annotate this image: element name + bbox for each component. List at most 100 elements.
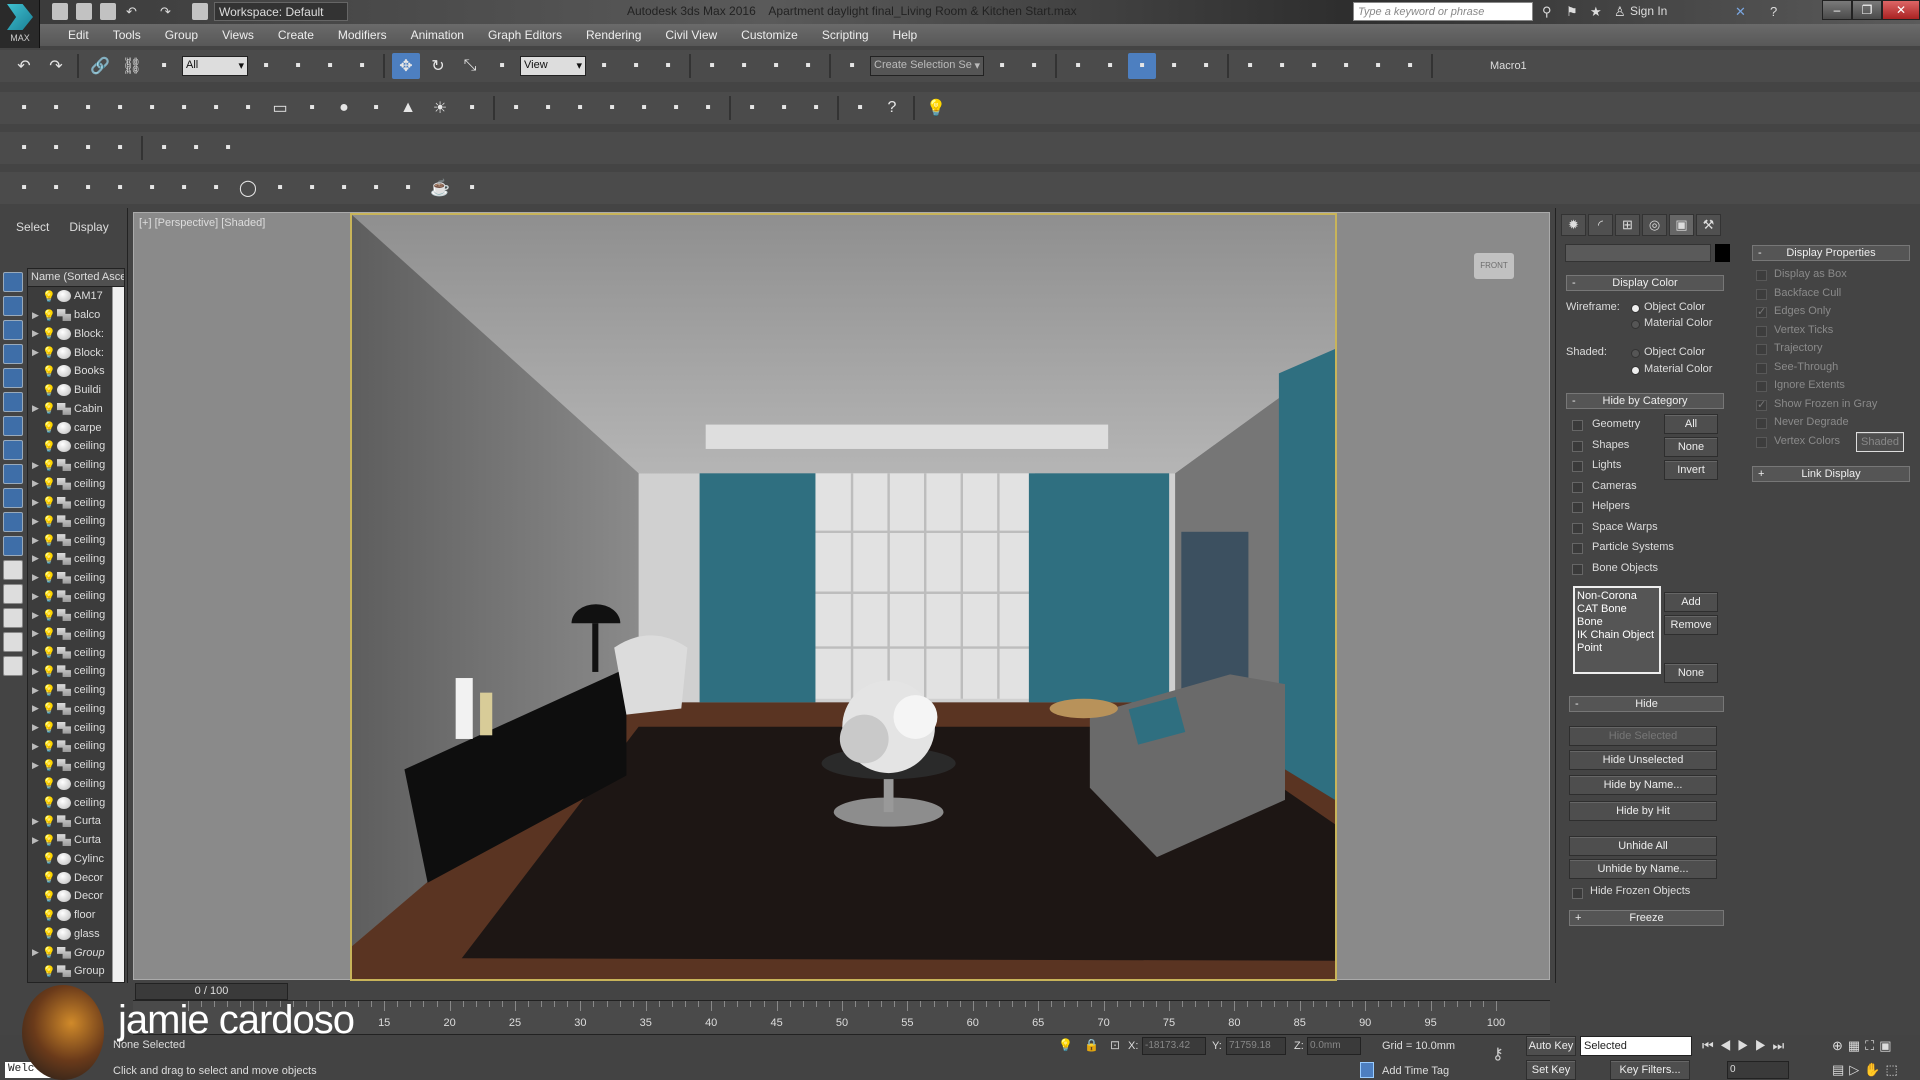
display-property-checkbox[interactable]	[1756, 305, 1767, 318]
visibility-bulb-icon[interactable]: 💡	[42, 309, 56, 322]
list-item[interactable]: ▶ 💡 ceiling	[28, 643, 124, 662]
circle-icon[interactable]: ◯	[234, 175, 262, 201]
display-xrefs-icon[interactable]	[3, 440, 23, 460]
plant-icon[interactable]: ▪	[630, 95, 658, 121]
menu-graph-editors[interactable]: Graph Editors	[476, 24, 574, 46]
hide-button-4[interactable]: Unhide All	[1569, 836, 1717, 856]
list-item[interactable]: ▶ 💡 ceiling	[28, 493, 124, 512]
percent-snap-icon[interactable]: ▪	[762, 53, 790, 79]
list-item[interactable]: 💡 glass	[28, 925, 124, 944]
object-color-swatch[interactable]	[1715, 244, 1730, 262]
time-tag-icon[interactable]	[1360, 1062, 1374, 1078]
filter-icon[interactable]	[3, 632, 23, 652]
redo-icon[interactable]: ↷	[42, 53, 70, 79]
particles-icon[interactable]: ▪	[362, 175, 390, 201]
display-color-rollout[interactable]: - Display Color	[1566, 275, 1724, 291]
light-lister-icon[interactable]: ▪	[138, 95, 166, 121]
menu-create[interactable]: Create	[266, 24, 326, 46]
project-folder-icon[interactable]	[192, 3, 208, 20]
list-item[interactable]: ▶ 💡 ceiling	[28, 512, 124, 531]
display-properties-rollout[interactable]: - Display Properties	[1752, 245, 1910, 261]
list-item[interactable]: 💡 Group	[28, 962, 124, 981]
distort-icon[interactable]: ▪	[802, 95, 830, 121]
search-input[interactable]: Type a keyword or phrase	[1353, 2, 1533, 21]
list-item[interactable]: ▶ 💡 ceiling	[28, 737, 124, 756]
bowl-icon[interactable]: ▪	[362, 95, 390, 121]
select-menu[interactable]: Select	[16, 220, 49, 234]
visibility-bulb-icon[interactable]: 💡	[42, 534, 56, 547]
select-manipulate-icon[interactable]: ▪	[654, 53, 682, 79]
hide-rollout[interactable]: - Hide	[1569, 696, 1724, 712]
display-property-checkbox[interactable]	[1756, 344, 1767, 355]
visibility-bulb-icon[interactable]: 💡	[42, 702, 56, 715]
display-property-checkbox[interactable]	[1756, 418, 1767, 429]
visibility-bulb-icon[interactable]: 💡	[42, 852, 56, 865]
expand-arrow-icon[interactable]: ▶	[32, 347, 42, 358]
use-pivot-icon[interactable]: ▪	[622, 53, 650, 79]
curve-editor-icon[interactable]: ▪	[1160, 53, 1188, 79]
render-icon[interactable]: ▪	[1332, 53, 1360, 79]
expand-arrow-icon[interactable]: ▶	[32, 403, 42, 414]
book-icon[interactable]: ▪	[138, 175, 166, 201]
category-checkbox[interactable]	[1572, 522, 1583, 534]
visibility-bulb-icon[interactable]: 💡	[42, 477, 56, 490]
sphere-light-icon[interactable]: ▪	[458, 95, 486, 121]
remove-category-button[interactable]: Remove	[1664, 615, 1718, 635]
visibility-bulb-icon[interactable]: 💡	[42, 871, 56, 884]
lock-selection-icon[interactable]: 🔒	[1084, 1038, 1099, 1052]
display-hidden-icon[interactable]	[3, 536, 23, 556]
lamp-icon[interactable]: ▪	[202, 175, 230, 201]
dome-icon[interactable]: ▪	[298, 95, 326, 121]
visibility-bulb-icon[interactable]: 💡	[42, 684, 56, 697]
visibility-bulb-icon[interactable]: 💡	[42, 590, 56, 603]
display-shapes-icon[interactable]	[3, 296, 23, 316]
display-bones-icon[interactable]	[3, 464, 23, 484]
playback-controls[interactable]: ⏮◀▶▶⏭	[1702, 1038, 1790, 1054]
expand-arrow-icon[interactable]: ▶	[32, 497, 42, 508]
sun-light-icon[interactable]: ▪	[42, 175, 70, 201]
display-property-checkbox[interactable]	[1756, 436, 1767, 448]
sphere-icon[interactable]: ●	[330, 95, 358, 121]
x-coordinate-field[interactable]: -18173.42	[1142, 1037, 1206, 1055]
vertex-colors-shaded-button[interactable]: Shaded	[1856, 432, 1904, 452]
list-item[interactable]: ▶ 💡 ceiling	[28, 625, 124, 644]
list-item[interactable]: 💡 ceiling	[28, 775, 124, 794]
new-file-icon[interactable]	[52, 3, 68, 20]
scrollbar[interactable]	[112, 287, 124, 982]
visibility-bulb-icon[interactable]: 💡	[42, 927, 56, 940]
layer-manager-icon[interactable]: ▪	[1064, 53, 1092, 79]
expand-arrow-icon[interactable]: ▶	[32, 610, 42, 621]
display-property-checkbox[interactable]	[1756, 381, 1767, 392]
display-containers-icon[interactable]	[3, 488, 23, 508]
expand-arrow-icon[interactable]: ▶	[32, 516, 42, 527]
list-item[interactable]: 💡 Decor	[28, 868, 124, 887]
rendered-frame-icon[interactable]: ▪	[1300, 53, 1328, 79]
render-frame-window-icon[interactable]: ▪	[1396, 53, 1424, 79]
spinner-snap-icon[interactable]: ▪	[794, 53, 822, 79]
helpers-icon[interactable]: ▪	[170, 95, 198, 121]
menu-rendering[interactable]: Rendering	[574, 24, 653, 46]
render-setup-icon[interactable]: ▪	[1268, 53, 1296, 79]
menu-civil-view[interactable]: Civil View	[653, 24, 729, 46]
user-icon[interactable]: ♙	[1614, 4, 1626, 20]
list-item[interactable]: ▶ 💡 ceiling	[28, 718, 124, 737]
display-spacewarps-icon[interactable]	[3, 392, 23, 412]
visibility-bulb-icon[interactable]: 💡	[42, 777, 56, 790]
save-file-icon[interactable]	[100, 3, 116, 20]
list-item[interactable]: ▶ 💡 ceiling	[28, 475, 124, 494]
none-list-button[interactable]: None	[1664, 663, 1718, 683]
light-pin-icon[interactable]: ▪	[10, 175, 38, 201]
viewport-label[interactable]: [+] [Perspective] [Shaded]	[139, 217, 265, 229]
layers-icon[interactable]: ▪	[74, 95, 102, 121]
hide-button-5[interactable]: Unhide by Name...	[1569, 859, 1717, 879]
set-key-button[interactable]: Set Key	[1526, 1060, 1576, 1080]
unlink-icon[interactable]: ⛓	[118, 53, 146, 79]
list-item[interactable]: ▶ 💡 Group	[28, 943, 124, 962]
exchange-apps-icon[interactable]: ✕	[1735, 4, 1746, 20]
forest-icon[interactable]: ▪	[106, 175, 134, 201]
viewport-navigation-2[interactable]: ▤▷✋⬚	[1832, 1062, 1903, 1078]
list-item[interactable]: ▶ 💡 ceiling	[28, 662, 124, 681]
visibility-bulb-icon[interactable]: 💡	[42, 515, 56, 528]
undo-icon[interactable]: ↶	[10, 53, 38, 79]
visibility-bulb-icon[interactable]: 💡	[42, 965, 56, 978]
